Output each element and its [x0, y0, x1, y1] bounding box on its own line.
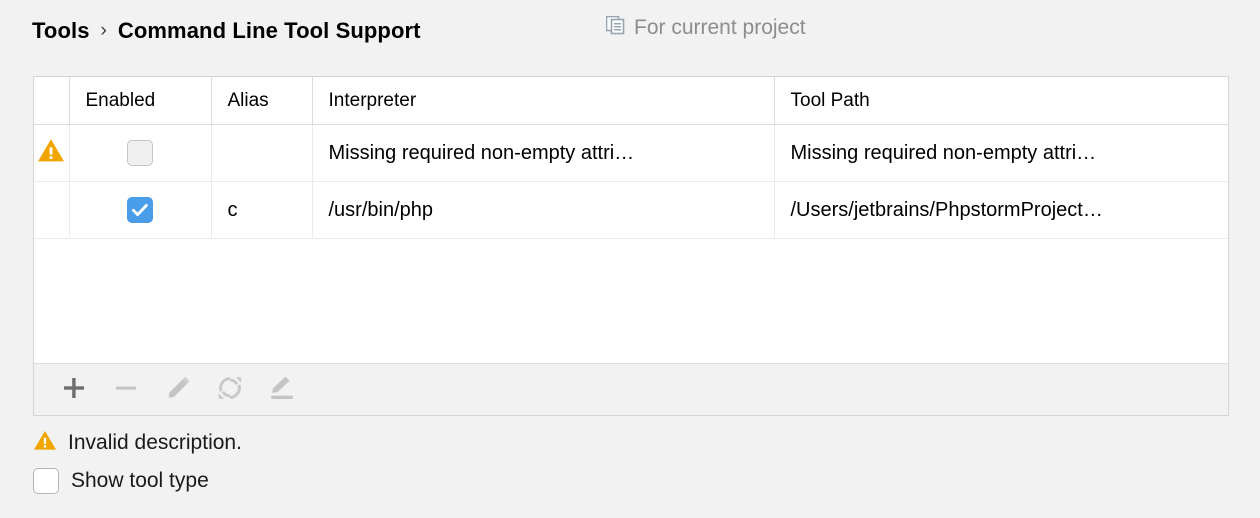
row-enabled-cell[interactable] [69, 181, 212, 239]
minus-icon [113, 375, 139, 404]
validation-message-text: Invalid description. [68, 431, 242, 454]
chevron-right-icon: › [100, 19, 107, 41]
row-alias-cell[interactable]: c [211, 181, 313, 239]
edit-path-button[interactable] [256, 364, 308, 416]
table-toolbar [34, 363, 1228, 415]
modules-copy-icon [605, 15, 625, 40]
table-row[interactable]: c /usr/bin/php /Users/jetbrains/Phpstorm… [34, 181, 1228, 239]
scope-label: For current project [634, 16, 806, 39]
validation-message: Invalid description. [33, 428, 933, 458]
show-tool-type-checkbox[interactable] [33, 468, 59, 494]
row-tool-path-cell[interactable]: Missing required non-empty attri… [774, 124, 1228, 182]
breadcrumb-item-tools[interactable]: Tools [32, 18, 90, 44]
row-alias-cell[interactable] [211, 124, 313, 182]
column-header-alias[interactable]: Alias [211, 77, 313, 125]
show-tool-type-row[interactable]: Show tool type [33, 464, 933, 498]
column-header-status [34, 77, 70, 125]
scope-indicator: For current project [605, 15, 806, 40]
tools-table-panel: Enabled Alias Interpreter Tool Path Miss… [33, 76, 1229, 416]
tools-table: Enabled Alias Interpreter Tool Path Miss… [34, 77, 1228, 239]
add-button[interactable] [48, 364, 100, 416]
pencil-underline-icon [268, 374, 296, 405]
remove-button[interactable] [100, 364, 152, 416]
breadcrumb: Tools › Command Line Tool Support [32, 14, 421, 48]
refresh-button[interactable] [204, 364, 256, 416]
footer-messages: Invalid description. Show tool type [33, 428, 933, 498]
row-interpreter-cell[interactable]: /usr/bin/php [312, 181, 775, 239]
row-tool-path-cell[interactable]: /Users/jetbrains/PhpstormProject… [774, 181, 1228, 239]
column-header-tool-path[interactable]: Tool Path [774, 77, 1228, 125]
row-enabled-cell[interactable] [69, 124, 212, 182]
enabled-checkbox[interactable] [127, 140, 153, 166]
warning-triangle-icon [37, 138, 65, 169]
column-header-interpreter[interactable]: Interpreter [312, 77, 775, 125]
show-tool-type-label: Show tool type [71, 469, 209, 492]
pencil-icon [164, 374, 192, 405]
row-status-cell [34, 124, 70, 182]
warning-triangle-icon [33, 430, 57, 456]
plus-icon [61, 375, 87, 404]
row-status-cell [34, 181, 70, 239]
column-header-enabled[interactable]: Enabled [69, 77, 212, 125]
row-interpreter-cell[interactable]: Missing required non-empty attri… [312, 124, 775, 182]
page-title: Command Line Tool Support [117, 18, 421, 43]
edit-button[interactable] [152, 364, 204, 416]
table-row[interactable]: Missing required non-empty attri… Missin… [34, 124, 1228, 182]
refresh-icon [216, 374, 244, 405]
table-header-row: Enabled Alias Interpreter Tool Path [34, 77, 1228, 125]
enabled-checkbox[interactable] [127, 197, 153, 223]
